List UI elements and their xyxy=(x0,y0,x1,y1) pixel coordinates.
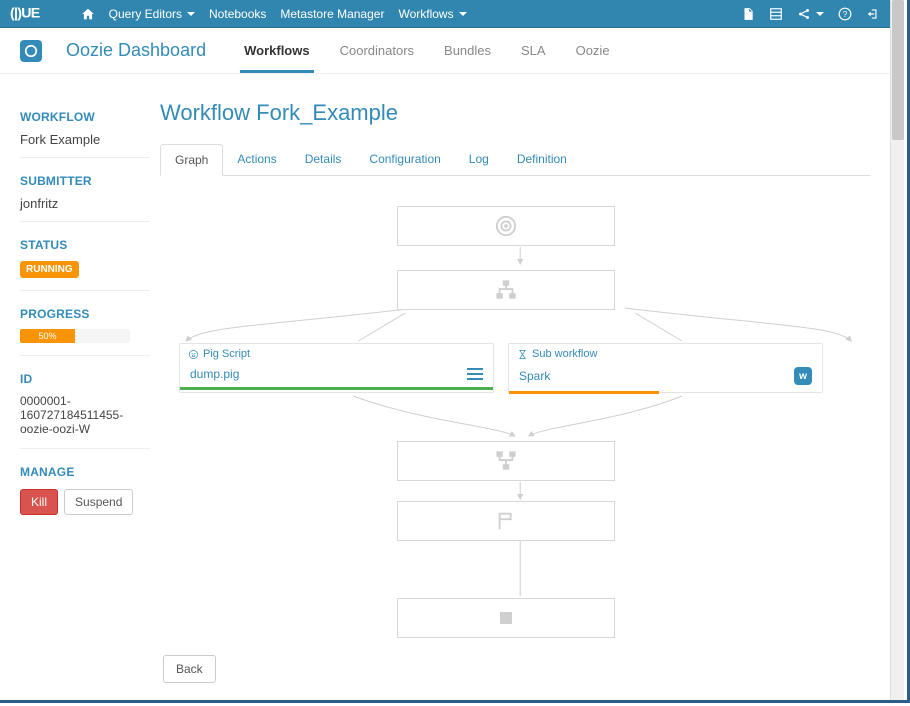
content: Workflow Fork_Example Graph Actions Deta… xyxy=(160,94,870,646)
chevron-down-icon xyxy=(816,12,824,16)
top-navbar: (|)UE Query Editors Notebooks Metastore … xyxy=(0,0,890,28)
tab-bar: Graph Actions Details Configuration Log … xyxy=(160,144,870,176)
nav-label: Workflows xyxy=(398,7,453,21)
workflow-badge-icon: w xyxy=(794,367,812,385)
card-title: Pig Script xyxy=(203,348,250,360)
side-head-status: STATUS xyxy=(20,238,150,252)
nav-grid-icon[interactable] xyxy=(769,7,783,21)
target-icon xyxy=(495,215,517,237)
graph-area: Pig Script dump.pig Sub workflow xyxy=(160,176,870,646)
flag-icon xyxy=(495,510,517,532)
node-kill[interactable] xyxy=(397,598,615,638)
side-val-id: 0000001-160727184511455-oozie-oozi-W xyxy=(20,394,150,436)
side-head-workflow: WORKFLOW xyxy=(20,110,150,124)
side-head-submitter: SUBMITTER xyxy=(20,174,150,188)
nav-query-editors[interactable]: Query Editors xyxy=(109,7,195,21)
card-sub-workflow[interactable]: Sub workflow Spark w xyxy=(508,343,823,393)
subtab-bundles[interactable]: Bundles xyxy=(440,29,495,73)
suspend-button[interactable]: Suspend xyxy=(64,489,133,515)
vertical-scrollbar[interactable] xyxy=(890,0,904,700)
nav-share-icon[interactable] xyxy=(797,7,824,21)
nav-file-icon[interactable] xyxy=(741,7,755,21)
subworkflow-icon xyxy=(517,349,528,360)
nav-help-icon[interactable]: ? xyxy=(838,7,852,21)
card-pig-script[interactable]: Pig Script dump.pig xyxy=(179,343,494,393)
join-icon xyxy=(495,450,517,472)
tab-log[interactable]: Log xyxy=(455,144,503,175)
node-fork[interactable] xyxy=(397,270,615,310)
node-join[interactable] xyxy=(397,441,615,481)
card-title: Sub workflow xyxy=(532,348,597,360)
tab-details[interactable]: Details xyxy=(291,144,356,175)
nav-label: Notebooks xyxy=(209,7,266,21)
graph-connectors xyxy=(160,176,870,646)
side-head-id: ID xyxy=(20,372,150,386)
nav-signout-icon[interactable] xyxy=(866,7,880,21)
card-action-name: Spark xyxy=(519,369,550,383)
status-stripe-running xyxy=(509,391,822,394)
fork-icon xyxy=(495,279,517,301)
nav-notebooks[interactable]: Notebooks xyxy=(209,7,266,21)
side-val-submitter: jonfritz xyxy=(20,196,150,211)
scrollbar-thumb[interactable] xyxy=(892,0,904,140)
nav-home-icon[interactable] xyxy=(81,7,95,21)
tab-definition[interactable]: Definition xyxy=(503,144,581,175)
svg-text:?: ? xyxy=(843,9,848,18)
hue-logo[interactable]: (|)UE xyxy=(10,5,67,22)
pig-icon xyxy=(188,349,199,360)
nav-label: Metastore Manager xyxy=(280,7,384,21)
subtab-oozie[interactable]: Oozie xyxy=(572,29,614,73)
page-title: Workflow Fork_Example xyxy=(160,100,870,126)
progress-bar: 50% xyxy=(20,329,75,343)
node-end[interactable] xyxy=(397,501,615,541)
dashboard-title: Oozie Dashboard xyxy=(66,40,206,61)
tab-actions[interactable]: Actions xyxy=(223,144,290,175)
sidebar: WORKFLOW Fork Example SUBMITTER jonfritz… xyxy=(20,94,150,646)
stop-icon xyxy=(495,607,517,629)
oozie-brand-icon xyxy=(20,40,42,62)
subtab-sla[interactable]: SLA xyxy=(517,29,550,73)
chevron-down-icon xyxy=(459,12,467,16)
tab-graph[interactable]: Graph xyxy=(160,144,223,176)
side-val-workflow: Fork Example xyxy=(20,132,150,147)
nav-metastore[interactable]: Metastore Manager xyxy=(280,7,384,21)
back-button[interactable]: Back xyxy=(163,655,216,683)
subtab-coordinators[interactable]: Coordinators xyxy=(336,29,418,73)
sub-navbar: Oozie Dashboard Workflows Coordinators B… xyxy=(0,28,890,74)
status-stripe-success xyxy=(180,387,493,390)
bars-icon xyxy=(467,368,483,380)
nav-workflows[interactable]: Workflows xyxy=(398,7,466,21)
progress-bar-wrap: 50% xyxy=(20,329,130,343)
window-frame: (|)UE Query Editors Notebooks Metastore … xyxy=(0,0,910,703)
node-start[interactable] xyxy=(397,206,615,246)
kill-button[interactable]: Kill xyxy=(20,489,58,515)
side-head-progress: PROGRESS xyxy=(20,307,150,321)
chevron-down-icon xyxy=(187,12,195,16)
card-action-name: dump.pig xyxy=(190,367,239,381)
side-head-manage: MANAGE xyxy=(20,465,150,479)
tab-configuration[interactable]: Configuration xyxy=(355,144,454,175)
subtab-workflows[interactable]: Workflows xyxy=(240,29,314,73)
svg-text:(|)UE: (|)UE xyxy=(10,6,40,22)
status-badge: RUNNING xyxy=(20,261,79,278)
nav-label: Query Editors xyxy=(109,7,182,21)
